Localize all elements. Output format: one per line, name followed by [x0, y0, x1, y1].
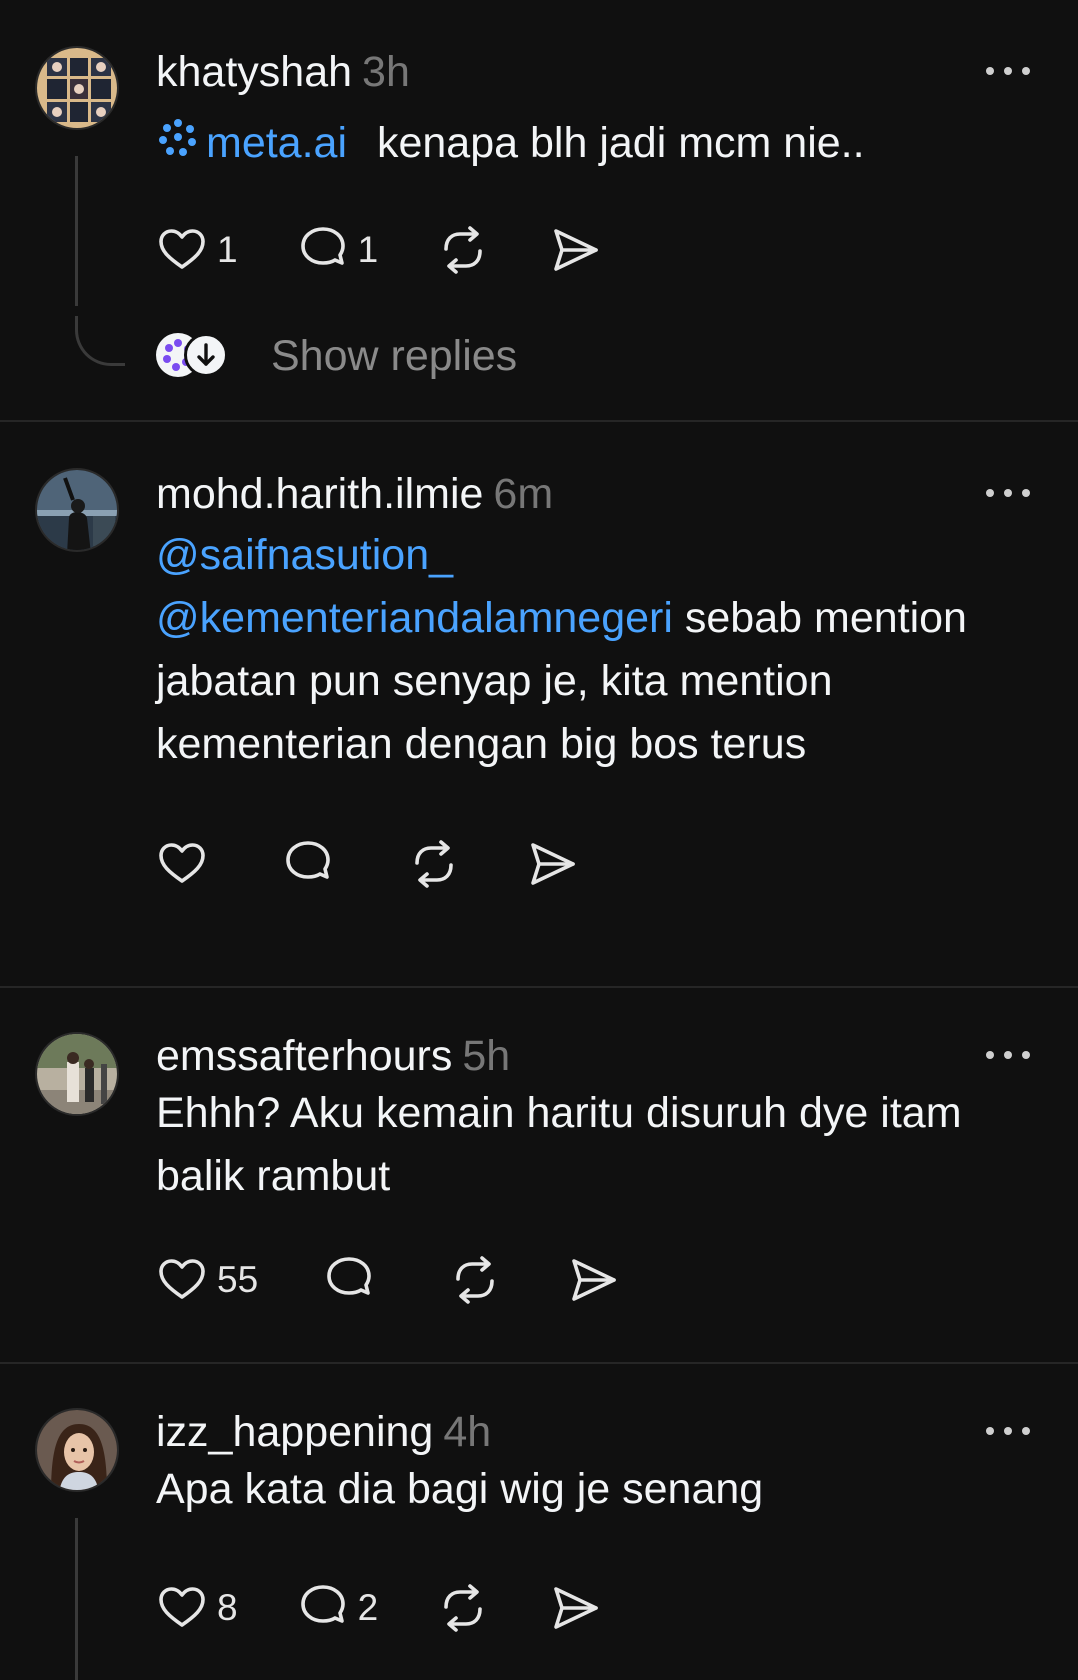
reply-button[interactable] — [281, 836, 343, 892]
avatar[interactable] — [35, 1032, 119, 1116]
more-options-button[interactable] — [986, 1048, 1030, 1062]
more-options-button[interactable] — [986, 1424, 1030, 1438]
more-horizontal-icon — [986, 1427, 994, 1435]
username[interactable]: izz_happening — [156, 1408, 433, 1456]
mention-link[interactable]: @kementeriandalamnegeri — [156, 594, 673, 642]
avatar[interactable] — [35, 468, 119, 552]
reply-button[interactable]: 2 — [296, 1580, 379, 1636]
comment-bubble-icon — [286, 841, 330, 879]
meta-ai-logo-icon — [156, 114, 200, 177]
post-text: meta.ai kenapa blh jadi mcm nie.. — [156, 112, 976, 177]
post-header: mohd.harith.ilmie 6m — [156, 468, 553, 520]
more-options-button[interactable] — [986, 64, 1030, 78]
repost-button[interactable] — [448, 1252, 502, 1308]
action-bar: 8 2 — [155, 1580, 602, 1636]
reply-count: 1 — [357, 229, 379, 270]
more-options-button[interactable] — [986, 486, 1030, 500]
more-horizontal-icon — [986, 1051, 994, 1059]
reply-button[interactable] — [322, 1252, 384, 1308]
comment-bubble-icon — [300, 227, 345, 265]
action-bar: 55 — [155, 1252, 620, 1308]
send-icon — [531, 843, 575, 885]
heart-icon — [159, 843, 205, 883]
post-body: Ehhh? Aku kemain haritu disuruh dye itam… — [156, 1089, 962, 1200]
post-text: @saifnasution_ @kementeriandalamnegeri s… — [156, 524, 976, 776]
send-icon — [554, 1587, 598, 1629]
timestamp: 6m — [493, 470, 554, 518]
post-header: izz_happening 4h — [156, 1406, 491, 1458]
like-button[interactable]: 1 — [155, 222, 238, 278]
thread-line — [75, 156, 78, 306]
heart-icon — [159, 1259, 205, 1299]
comment-bubble-icon — [300, 1585, 345, 1623]
repost-icon — [444, 226, 482, 274]
like-button[interactable]: 8 — [155, 1580, 238, 1636]
post-khatyshah: khatyshah 3h meta.ai kenapa blh jadi mcm … — [0, 0, 1078, 420]
username[interactable]: khatyshah — [156, 48, 352, 96]
repost-icon — [415, 840, 453, 888]
arrow-down-circle-icon — [184, 333, 228, 377]
like-count: 8 — [217, 1587, 238, 1628]
post-mohd-harith-ilmie: mohd.harith.ilmie 6m @saifnasution_ @keme… — [0, 422, 1078, 986]
post-header: khatyshah 3h — [156, 46, 410, 98]
avatar[interactable] — [35, 46, 119, 130]
timestamp: 3h — [362, 48, 410, 96]
avatar[interactable] — [35, 1408, 119, 1492]
mention-link[interactable]: meta.ai — [206, 119, 347, 167]
comment-bubble-icon — [327, 1257, 371, 1295]
heart-icon — [159, 229, 205, 269]
username[interactable]: emssafterhours — [156, 1032, 452, 1080]
thread-line-curve — [75, 316, 125, 366]
reply-count: 2 — [357, 1587, 379, 1628]
like-button[interactable]: 55 — [155, 1252, 258, 1308]
action-bar: 1 1 — [155, 222, 602, 278]
share-button[interactable] — [525, 836, 579, 892]
heart-icon — [159, 1587, 205, 1627]
like-count: 55 — [217, 1259, 259, 1300]
share-button[interactable] — [566, 1252, 620, 1308]
show-replies-label: Show replies — [271, 331, 518, 380]
username[interactable]: mohd.harith.ilmie — [156, 470, 483, 518]
more-horizontal-icon — [986, 489, 994, 497]
share-button[interactable] — [548, 222, 602, 278]
timestamp: 4h — [443, 1408, 492, 1456]
action-bar — [155, 836, 579, 892]
like-count: 1 — [217, 229, 238, 270]
repost-button[interactable] — [436, 1580, 490, 1636]
send-icon — [554, 229, 598, 271]
post-izz-happening: izz_happening 4h Apa kata dia bagi wig je… — [0, 1364, 1078, 1680]
like-button[interactable] — [155, 836, 217, 892]
more-horizontal-icon — [986, 67, 994, 75]
post-emssafterhours: emssafterhours 5h Ehhh? Aku kemain haritu… — [0, 988, 1078, 1362]
post-header: emssafterhours 5h — [156, 1030, 510, 1082]
reply-button[interactable]: 1 — [296, 222, 379, 278]
reply-avatars — [156, 331, 236, 381]
post-body: kenapa blh jadi mcm nie.. — [376, 119, 865, 167]
send-icon — [572, 1259, 616, 1301]
repost-icon — [444, 1584, 482, 1632]
post-body: Apa kata dia bagi wig je senang — [156, 1465, 764, 1513]
post-text: Apa kata dia bagi wig je senang — [156, 1458, 976, 1521]
share-button[interactable] — [548, 1580, 602, 1636]
mention-link[interactable]: @saifnasution_ — [156, 531, 453, 579]
timestamp: 5h — [462, 1032, 511, 1080]
show-replies-button[interactable]: Show replies — [156, 328, 517, 384]
thread-line — [75, 1518, 78, 1680]
post-text: Ehhh? Aku kemain haritu disuruh dye itam… — [156, 1082, 976, 1208]
repost-button[interactable] — [407, 836, 461, 892]
repost-button[interactable] — [436, 222, 490, 278]
repost-icon — [456, 1256, 494, 1304]
